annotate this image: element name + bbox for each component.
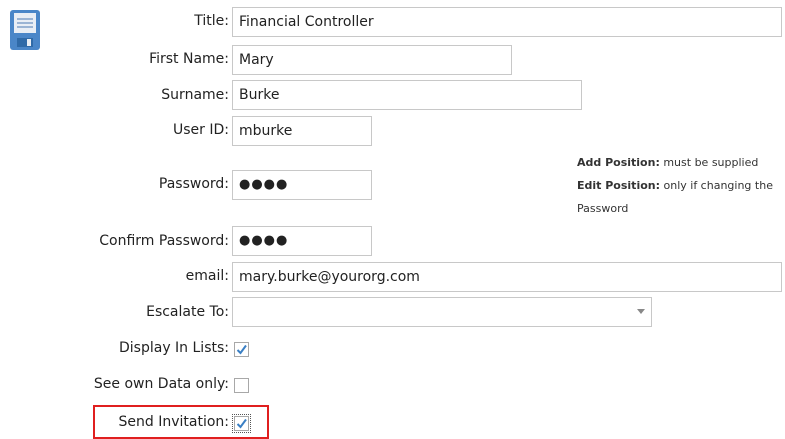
hint-edit-bold: Edit Position: bbox=[577, 179, 660, 192]
see-own-data-label: See own Data only: bbox=[93, 376, 229, 392]
see-own-data-checkbox[interactable] bbox=[234, 378, 249, 393]
password-label: Password: bbox=[158, 176, 229, 192]
confirm-password-label: Confirm Password: bbox=[99, 233, 229, 249]
save-icon[interactable] bbox=[10, 10, 40, 50]
first-name-label: First Name: bbox=[149, 51, 229, 67]
surname-label: Surname: bbox=[161, 87, 229, 103]
hint-edit-text: only if changing the bbox=[660, 179, 773, 192]
user-id-input[interactable]: mburke bbox=[232, 116, 372, 146]
hint-add-bold: Add Position: bbox=[577, 156, 660, 169]
password-hint: Add Position: must be supplied Edit Posi… bbox=[577, 151, 785, 220]
confirm-password-input[interactable]: ●●●● bbox=[232, 226, 372, 256]
display-in-lists-checkbox[interactable] bbox=[234, 342, 249, 357]
escalate-to-label: Escalate To: bbox=[146, 304, 229, 320]
hint-edit-text2: Password bbox=[577, 202, 629, 215]
hint-add-text: must be supplied bbox=[659, 156, 759, 169]
send-invitation-label: Send Invitation: bbox=[118, 414, 230, 430]
first-name-input[interactable]: Mary bbox=[232, 45, 512, 75]
password-input[interactable]: ●●●● bbox=[232, 170, 372, 200]
email-input[interactable]: mary.burke@yourorg.com bbox=[232, 262, 782, 292]
title-label: Title: bbox=[194, 13, 229, 29]
escalate-to-select[interactable] bbox=[232, 297, 652, 327]
display-in-lists-label: Display In Lists: bbox=[119, 340, 229, 356]
chevron-down-icon[interactable] bbox=[637, 309, 645, 314]
send-invitation-checkbox[interactable] bbox=[234, 416, 249, 431]
user-id-label: User ID: bbox=[173, 122, 229, 138]
surname-input[interactable]: Burke bbox=[232, 80, 582, 110]
title-input[interactable]: Financial Controller bbox=[232, 7, 782, 37]
email-label: email: bbox=[185, 268, 229, 284]
